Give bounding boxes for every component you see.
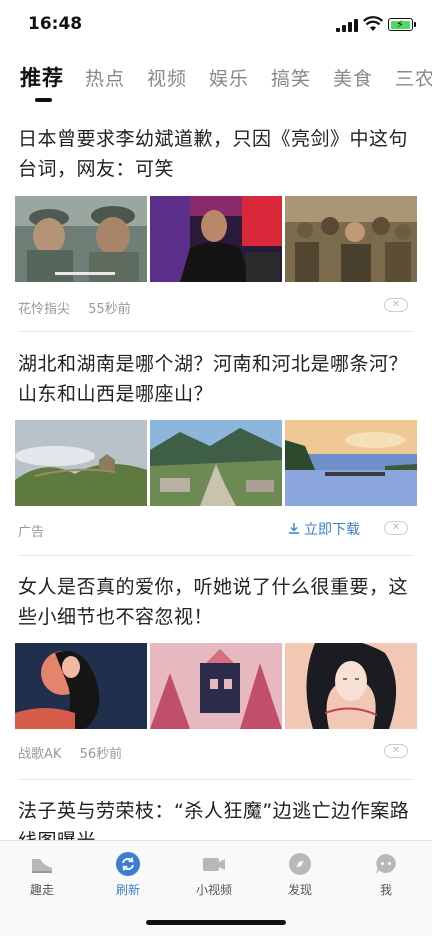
article-meta: 广告 xyxy=(18,521,58,540)
chat-icon xyxy=(376,854,396,874)
thumbnail-image[interactable] xyxy=(150,643,282,729)
status-time: 16:48 xyxy=(28,14,83,34)
compass-icon xyxy=(289,853,311,875)
nav-walk[interactable]: 趣走 xyxy=(2,851,82,898)
tab-funny[interactable]: 搞笑 xyxy=(271,64,311,91)
tab-food[interactable]: 美食 xyxy=(333,64,373,91)
divider xyxy=(18,779,414,780)
wifi-icon xyxy=(363,16,383,31)
battery-icon: ⚡ xyxy=(388,18,416,31)
article-title[interactable]: 日本曾要求李幼斌道歉，只因《亮剑》中这句台词，网友：可笑 xyxy=(18,124,418,184)
article-title[interactable]: 湖北和湖南是哪个湖？河南和河北是哪条河？山东和山西是哪座山？ xyxy=(18,349,418,409)
nav-label: 我 xyxy=(379,883,392,897)
dismiss-icon[interactable]: ✕ xyxy=(384,744,408,758)
tab-agriculture[interactable]: 三农 xyxy=(395,64,432,91)
thumbnail-image[interactable] xyxy=(150,420,282,506)
thumbnail-row xyxy=(15,643,417,729)
video-camera-icon xyxy=(203,858,225,871)
source-name: 花怜指尖 xyxy=(18,302,71,317)
publish-time: 55秒前 xyxy=(88,302,131,317)
source-name: 战歌AK xyxy=(18,747,62,762)
thumbnail-image[interactable] xyxy=(285,643,417,729)
thumbnail-image[interactable] xyxy=(15,643,147,729)
category-tabs: 推荐 热点 视频 娱乐 搞笑 美食 三农 xyxy=(0,58,432,108)
article-meta: 战歌AK 56秒前 xyxy=(18,743,122,762)
nav-refresh[interactable]: 刷新 xyxy=(88,851,168,898)
tab-hot[interactable]: 热点 xyxy=(85,64,125,91)
home-indicator xyxy=(146,920,286,925)
thumbnail-image[interactable] xyxy=(15,420,147,506)
divider xyxy=(18,555,414,556)
thumbnail-row xyxy=(15,196,417,282)
article-meta: 花怜指尖 55秒前 xyxy=(18,298,131,317)
refresh-icon xyxy=(116,852,140,876)
nav-me[interactable]: 我 xyxy=(346,851,426,898)
download-label: 立即下载 xyxy=(304,522,360,538)
tab-entertainment[interactable]: 娱乐 xyxy=(209,64,249,91)
nav-short-video[interactable]: 小视频 xyxy=(174,851,254,898)
active-tab-indicator xyxy=(35,98,52,102)
download-button[interactable]: 立即下载 xyxy=(288,519,360,539)
divider xyxy=(18,331,414,332)
tab-recommend[interactable]: 推荐 xyxy=(20,62,64,92)
thumbnail-image[interactable] xyxy=(285,196,417,282)
signal-icon xyxy=(336,19,358,32)
download-icon xyxy=(289,523,299,534)
nav-label: 小视频 xyxy=(195,883,232,897)
article-title[interactable]: 女人是否真的爱你，听她说了什么很重要，这些小细节也不容忽视！ xyxy=(18,572,418,632)
publish-time: 56秒前 xyxy=(79,747,123,762)
nav-label: 刷新 xyxy=(115,883,140,897)
ad-label: 广告 xyxy=(18,525,45,540)
thumbnail-image[interactable] xyxy=(150,196,282,282)
shoe-icon xyxy=(32,859,52,873)
tab-video[interactable]: 视频 xyxy=(147,64,187,91)
status-bar: 16:48 ⚡ xyxy=(0,0,432,50)
dismiss-icon[interactable]: ✕ xyxy=(384,521,408,535)
nav-label: 发现 xyxy=(287,883,312,897)
nav-discover[interactable]: 发现 xyxy=(260,851,340,898)
dismiss-icon[interactable]: ✕ xyxy=(384,298,408,312)
thumbnail-image[interactable] xyxy=(285,420,417,506)
thumbnail-image[interactable] xyxy=(15,196,147,282)
thumbnail-row xyxy=(15,420,417,506)
nav-label: 趣走 xyxy=(29,883,54,897)
